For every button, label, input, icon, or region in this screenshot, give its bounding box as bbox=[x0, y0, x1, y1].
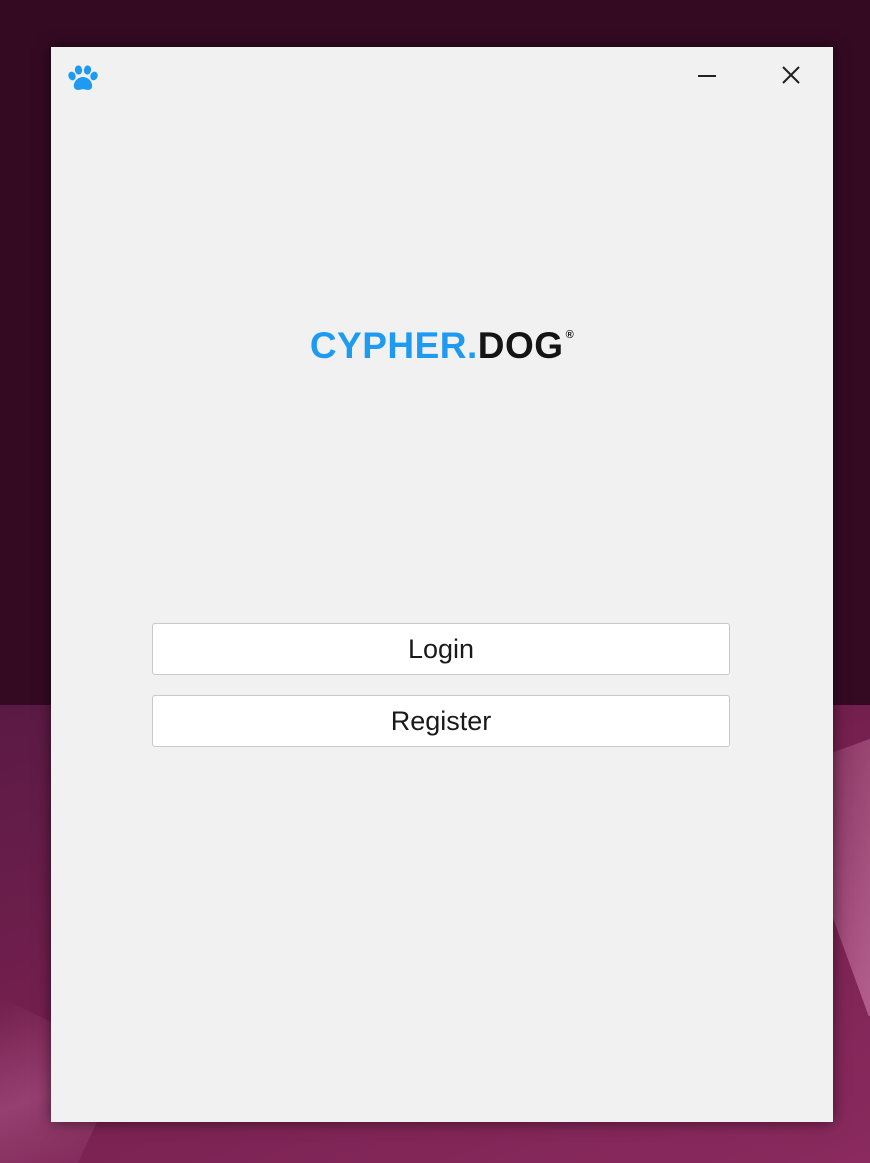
window-controls bbox=[665, 47, 833, 107]
close-icon bbox=[780, 64, 802, 91]
register-button-label: Register bbox=[390, 705, 492, 736]
login-button[interactable]: Login bbox=[152, 623, 730, 675]
close-button[interactable] bbox=[749, 47, 833, 107]
register-button[interactable]: Register bbox=[152, 695, 730, 747]
paw-icon bbox=[67, 65, 99, 93]
app-window: CYPHER.DOG ® Login Register bbox=[51, 47, 833, 1122]
logo-secondary-text: DOG bbox=[477, 325, 564, 366]
login-button-label: Login bbox=[407, 633, 475, 664]
minimize-button[interactable] bbox=[665, 47, 749, 107]
logo-primary-text: CYPHER. bbox=[309, 325, 478, 366]
minimize-icon bbox=[696, 64, 718, 91]
app-logo: CYPHER.DOG ® bbox=[51, 325, 833, 367]
logo-registered-mark: ® bbox=[565, 329, 575, 341]
